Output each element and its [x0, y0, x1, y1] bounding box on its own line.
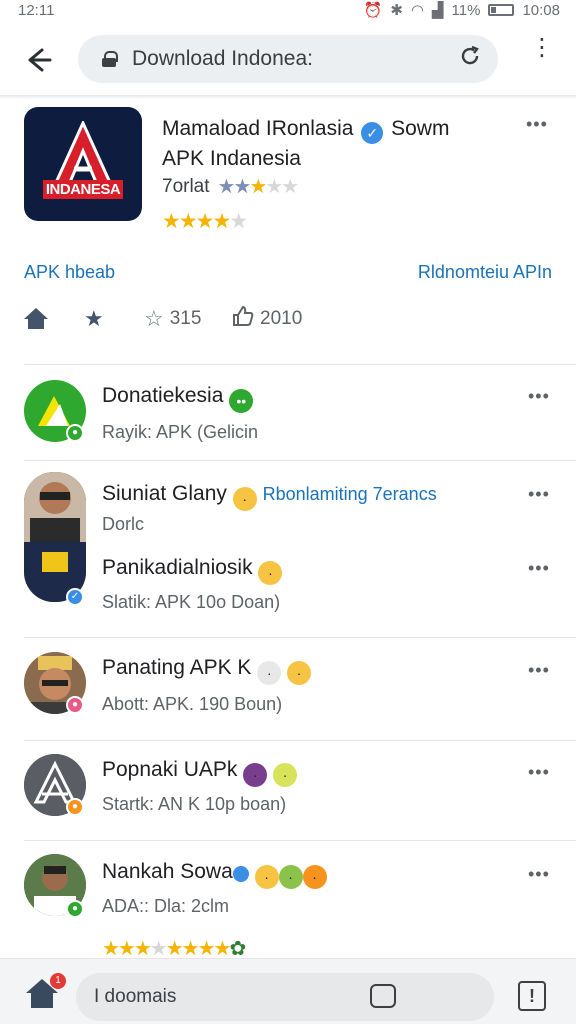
list-item[interactable]: ● Panating APK K · · Abott: APK. 190 Bou…	[0, 650, 576, 738]
notification-badge: 1	[50, 973, 66, 989]
status-clock-right: 10:08	[522, 1, 560, 19]
url-text[interactable]: Download Indonea:	[132, 47, 458, 71]
more-vert-icon[interactable]: ⋮	[530, 36, 554, 60]
more-horiz-icon[interactable]: •••	[528, 762, 550, 783]
chat-icon[interactable]	[370, 984, 396, 1008]
divider	[24, 460, 576, 461]
emoji-icon: ·	[257, 661, 282, 685]
share-icon[interactable]: !	[518, 981, 546, 1011]
item-subtitle: Dorlc	[102, 514, 145, 534]
item-title: Siuniat Glany · Rbonlamiting 7erancs	[102, 482, 437, 511]
alarm-icon: ⏰	[363, 2, 383, 19]
emoji-icon: ·	[302, 865, 327, 889]
item-subtitle: Abott: APK. 190 Boun)	[102, 694, 283, 714]
rating-stars: ★★★★★	[217, 176, 300, 198]
item-link[interactable]: Rbonlamiting 7erancs	[263, 484, 437, 504]
more-horiz-icon[interactable]: •••	[528, 386, 550, 407]
stat-rating[interactable]: ☆ 315	[144, 306, 232, 332]
status-badge: ●	[66, 798, 84, 816]
status-bar: 12:11 ⏰ ✱ ◠ ▟ 11% 10:08	[0, 0, 576, 20]
divider	[24, 840, 576, 841]
battery-icon	[488, 4, 515, 16]
list-item[interactable]: ● Nankah Sowa · · · ADA:: Dla: 2clm ••• ★★…	[0, 852, 576, 960]
divider	[24, 364, 576, 365]
toolbar-shadow	[0, 95, 576, 99]
divider	[24, 637, 576, 638]
rating-label: 7orlat	[162, 175, 210, 197]
bottom-search-text[interactable]: I doomais	[94, 986, 176, 1008]
item-title: Nankah Sowa · · ·	[102, 860, 327, 889]
emoji-icon: ·	[254, 865, 279, 889]
more-horiz-icon[interactable]: •••	[526, 114, 548, 135]
item-title: Popnaki UAPk · ·	[102, 758, 298, 787]
chat-emoji-icon: ••	[229, 389, 254, 413]
list-item[interactable]: ● Donatiekesia •• Rayik: APK (Gelicin ••…	[0, 378, 576, 460]
app-title-line1-suffix: Sowm	[391, 117, 450, 140]
signal-icon: ▟	[431, 2, 444, 19]
apk-link[interactable]: APK hbeab	[24, 262, 115, 283]
emoji-icon: ·	[243, 763, 268, 787]
thumbs-up-icon	[232, 305, 254, 333]
star-icon: ★	[84, 306, 104, 331]
list-item[interactable]: ● Popnaki UAPk · · Startk: AN K 10p boan…	[0, 752, 576, 840]
verified-badge: ✓	[66, 588, 84, 606]
app-title-line1: Mamaload IRonlasia	[162, 117, 354, 140]
verified-icon: ✓	[361, 122, 384, 144]
item-title: Panikadialniosik ·	[102, 556, 283, 585]
back-arrow-icon[interactable]	[22, 44, 54, 76]
status-icons: ⏰ ✱ ◠ ▟ 11% 10:08	[363, 1, 560, 20]
item-subtitle: Startk: AN K 10p boan)	[102, 794, 287, 814]
more-horiz-icon[interactable]: •••	[528, 558, 550, 579]
recommendation-link[interactable]: Rldnomteiu APIn	[418, 262, 552, 283]
battery-percent: 11%	[451, 1, 481, 19]
list-item[interactable]: ✓ Siuniat Glany · Rbonlamiting 7erancs D…	[0, 470, 576, 636]
stat-likes[interactable]: 2010	[232, 305, 302, 333]
app-logo[interactable]: INDANESA	[24, 107, 142, 221]
lock-icon	[102, 51, 118, 67]
bottom-search-bar[interactable]: I doomais	[76, 973, 494, 1021]
more-horiz-icon[interactable]: •••	[528, 864, 550, 885]
item-subtitle: Rayik: APK (Gelicin	[102, 422, 259, 442]
verified-icon	[232, 866, 249, 882]
divider	[24, 740, 576, 741]
bluetooth-icon: ✱	[390, 2, 403, 19]
browser-toolbar: Download Indonea: ⋮	[0, 28, 576, 92]
rating-stars-secondary: ★★★★★	[162, 210, 248, 233]
emoji-icon: ·	[278, 865, 303, 889]
item-subtitle: Slatik: APK 10o Doan)	[102, 592, 281, 612]
emoji-icon: ·	[287, 661, 312, 685]
stat-rating-value: 315	[169, 308, 202, 329]
more-horiz-icon[interactable]: •••	[528, 484, 550, 505]
online-badge: ●	[66, 900, 84, 918]
online-badge: ●	[66, 424, 84, 442]
bottom-bar: 1 I doomais !	[0, 958, 576, 1024]
emoji-icon: ·	[273, 763, 298, 787]
app-rating-row: 7orlat ★★★★★	[162, 174, 300, 199]
status-time: 12:11	[18, 1, 55, 19]
stat-star[interactable]: ★	[84, 306, 144, 332]
wifi-icon: ◠	[410, 2, 424, 19]
logo-wordmark: INDANESA	[24, 180, 142, 199]
reload-icon[interactable]	[458, 44, 482, 75]
app-title: Mamaload IRonlasia ✓ Sowm APK Indanesia	[162, 114, 502, 174]
item-title: Panating APK K · ·	[102, 656, 312, 685]
stat-home[interactable]	[24, 308, 84, 330]
item-subtitle: ADA:: Dla: 2clm	[102, 896, 230, 916]
address-bar[interactable]: Download Indonea:	[78, 35, 498, 83]
avatar	[24, 472, 86, 602]
status-badge: ●	[66, 696, 84, 714]
emoji-icon: ·	[232, 487, 257, 511]
more-horiz-icon[interactable]: •••	[528, 660, 550, 681]
stat-likes-value: 2010	[260, 308, 303, 329]
star-outline-icon: ☆	[144, 306, 164, 331]
emoji-icon: ·	[258, 561, 283, 585]
stats-row: ★ ☆ 315 2010	[24, 304, 302, 334]
item-title: Donatiekesia ••	[102, 384, 254, 413]
app-title-line2: APK Indanesia	[162, 147, 301, 170]
home-icon	[24, 308, 48, 330]
